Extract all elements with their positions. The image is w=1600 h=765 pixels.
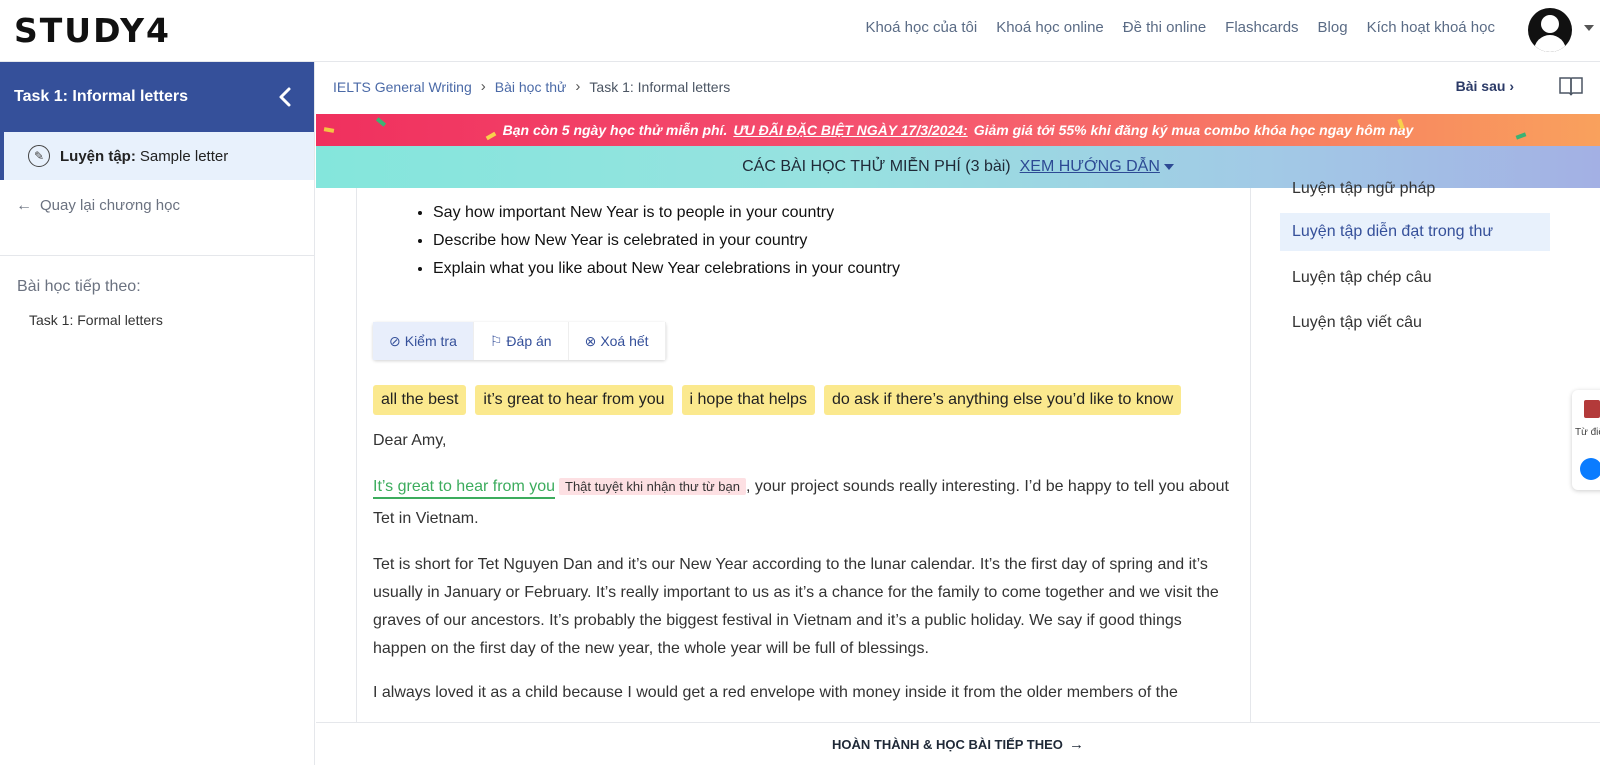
pencil-icon: ✎ xyxy=(28,145,50,167)
breadcrumb: IELTS General Writing › Bài học thử › Ta… xyxy=(333,78,730,95)
flag-icon: ⚐ xyxy=(489,332,503,349)
clear-label: Xoá hết xyxy=(600,333,649,349)
phrase-bank: all the best it’s great to hear from you… xyxy=(373,385,1182,415)
promo-banner[interactable]: Bạn còn 5 ngày học thử miễn phí. ƯU ĐÃI … xyxy=(316,114,1600,146)
answer-blank[interactable]: It’s great to hear from you xyxy=(373,478,556,499)
nav-my-courses[interactable]: Khoá học của tôi xyxy=(865,19,977,36)
chevron-right-icon: › xyxy=(480,78,486,95)
nav-activate-course[interactable]: Kích hoạt khoá học xyxy=(1367,19,1495,36)
exercise-toolbar: ⊘ Kiểm tra ⚐ Đáp án ⊗ Xoá hết xyxy=(373,322,666,360)
breadcrumb-current: Task 1: Informal letters xyxy=(589,78,731,95)
avatar[interactable] xyxy=(1528,8,1572,52)
logo[interactable]: STUDY4 xyxy=(14,11,171,50)
next-lesson-link[interactable]: Task 1: Formal letters xyxy=(0,296,314,328)
exercise-nav-grammar[interactable]: Luyện tập ngữ pháp xyxy=(1280,170,1550,208)
view-guide-link[interactable]: XEM HƯỚNG DẪN xyxy=(1020,158,1160,176)
book-icon[interactable] xyxy=(1558,75,1584,97)
breadcrumb-trial[interactable]: Bài học thử xyxy=(495,79,567,95)
collapse-sidebar-icon[interactable] xyxy=(274,84,296,110)
lesson-sidebar: Task 1: Informal letters ✎ Luyện tập: Sa… xyxy=(0,62,315,765)
messenger-icon[interactable] xyxy=(1580,458,1600,480)
back-to-chapter-link[interactable]: ← Quay lại chương học xyxy=(0,180,314,256)
chevron-down-icon[interactable] xyxy=(1584,25,1594,31)
letter-paragraph-2: Tet is short for Tet Nguyen Dan and it’s… xyxy=(373,556,1219,657)
nav-blog[interactable]: Blog xyxy=(1318,19,1348,36)
back-label: Quay lại chương học xyxy=(40,197,180,214)
list-item: Explain what you like about New Year cel… xyxy=(433,255,900,283)
exercise-nav-letter-expression[interactable]: Luyện tập diễn đạt trong thư xyxy=(1280,213,1550,251)
next-lesson-label: Bài sau xyxy=(1455,78,1506,94)
lesson-content: Say how important New Year is to people … xyxy=(316,188,1250,723)
top-navbar: STUDY4 Khoá học của tôi Khoá học online … xyxy=(0,0,1600,62)
promo-lead: Bạn còn 5 ngày học thử miễn phí. xyxy=(502,122,728,138)
phrase-chip[interactable]: i hope that helps xyxy=(681,385,815,415)
sidebar-item-sample-letter[interactable]: ✎ Luyện tập: Sample letter xyxy=(0,132,314,180)
answer-button[interactable]: ⚐ Đáp án xyxy=(473,322,569,360)
exercise-nav-write-sentences[interactable]: Luyện tập viết câu xyxy=(1280,304,1550,342)
sidebar-item-label: Sample letter xyxy=(139,147,229,165)
caret-down-icon[interactable] xyxy=(1163,164,1174,170)
sidebar-title: Task 1: Informal letters xyxy=(14,88,188,105)
nav-flashcards[interactable]: Flashcards xyxy=(1225,19,1298,36)
nav-online-courses[interactable]: Khoá học online xyxy=(996,19,1104,36)
check-label: Kiểm tra xyxy=(404,333,457,349)
promo-tail: Giảm giá tới 55% khi đăng ký mua combo k… xyxy=(973,122,1414,138)
dictionary-label[interactable]: Từ điển xyxy=(1575,427,1600,438)
arrow-left-icon: ← xyxy=(16,196,32,214)
exercise-nav-panel: Luyện tập ngữ pháp Luyện tập diễn đạt tr… xyxy=(1250,180,1600,723)
complete-next-label: HOÀN THÀNH & HỌC BÀI TIẾP THEO xyxy=(832,736,1063,752)
breadcrumb-course[interactable]: IELTS General Writing xyxy=(333,79,472,95)
dictionary-icon[interactable] xyxy=(1584,400,1600,418)
next-lesson-heading: Bài học tiếp theo: xyxy=(17,278,141,295)
phrase-chip[interactable]: it’s great to hear from you xyxy=(475,385,673,415)
chevron-right-icon: › xyxy=(575,78,581,95)
arrow-right-icon: → xyxy=(1068,735,1084,753)
letter-greeting: Dear Amy, xyxy=(373,432,447,449)
clear-all-button[interactable]: ⊗ Xoá hết xyxy=(568,322,666,360)
chevron-right-icon: › xyxy=(1509,78,1514,94)
close-circle-icon: ⊗ xyxy=(584,332,597,349)
sidebar-item-prefix: Luyện tập: xyxy=(60,147,136,165)
check-circle-icon: ⊘ xyxy=(389,332,401,349)
promo-highlight: ƯU ĐÃI ĐẶC BIỆT NGÀY 17/3/2024: xyxy=(733,122,968,138)
letter-text: Dear Amy, It’s great to hear from you Thậ… xyxy=(373,427,1233,723)
breadcrumb-bar: IELTS General Writing › Bài học thử › Ta… xyxy=(316,62,1600,114)
exercise-nav-copy-sentences[interactable]: Luyện tập chép câu xyxy=(1280,259,1550,297)
free-lessons-text: CÁC BÀI HỌC THỬ MIỄN PHÍ (3 bài) xyxy=(742,158,1011,175)
list-item: Say how important New Year is to people … xyxy=(433,199,900,227)
nav-online-tests[interactable]: Đề thi online xyxy=(1123,19,1206,36)
sidebar-header: Task 1: Informal letters xyxy=(0,62,314,132)
floating-tools-widget: Từ điển xyxy=(1572,390,1600,490)
phrase-chip[interactable]: all the best xyxy=(373,385,467,415)
next-lesson-button[interactable]: Bài sau › xyxy=(1456,78,1514,94)
main-nav: Khoá học của tôi Khoá học online Đề thi … xyxy=(865,19,1495,36)
letter-paragraph-1: It’s great to hear from you Thật tuyệt kh… xyxy=(373,471,1233,535)
list-item: Describe how New Year is celebrated in y… xyxy=(433,227,900,255)
letter-paragraph-3: I always loved it as a child because I w… xyxy=(373,684,1178,701)
complete-next-button[interactable]: HOÀN THÀNH & HỌC BÀI TIẾP THEO → xyxy=(316,722,1600,765)
check-button[interactable]: ⊘ Kiểm tra xyxy=(373,322,474,360)
phrase-chip[interactable]: do ask if there’s anything else you’d li… xyxy=(823,385,1182,415)
task-bullet-list: Say how important New Year is to people … xyxy=(415,199,900,283)
answer-label: Đáp án xyxy=(506,333,552,349)
translation-hint: Thật tuyệt khi nhận thư từ bạn xyxy=(559,478,746,495)
exercise-card: Say how important New Year is to people … xyxy=(356,188,1250,723)
